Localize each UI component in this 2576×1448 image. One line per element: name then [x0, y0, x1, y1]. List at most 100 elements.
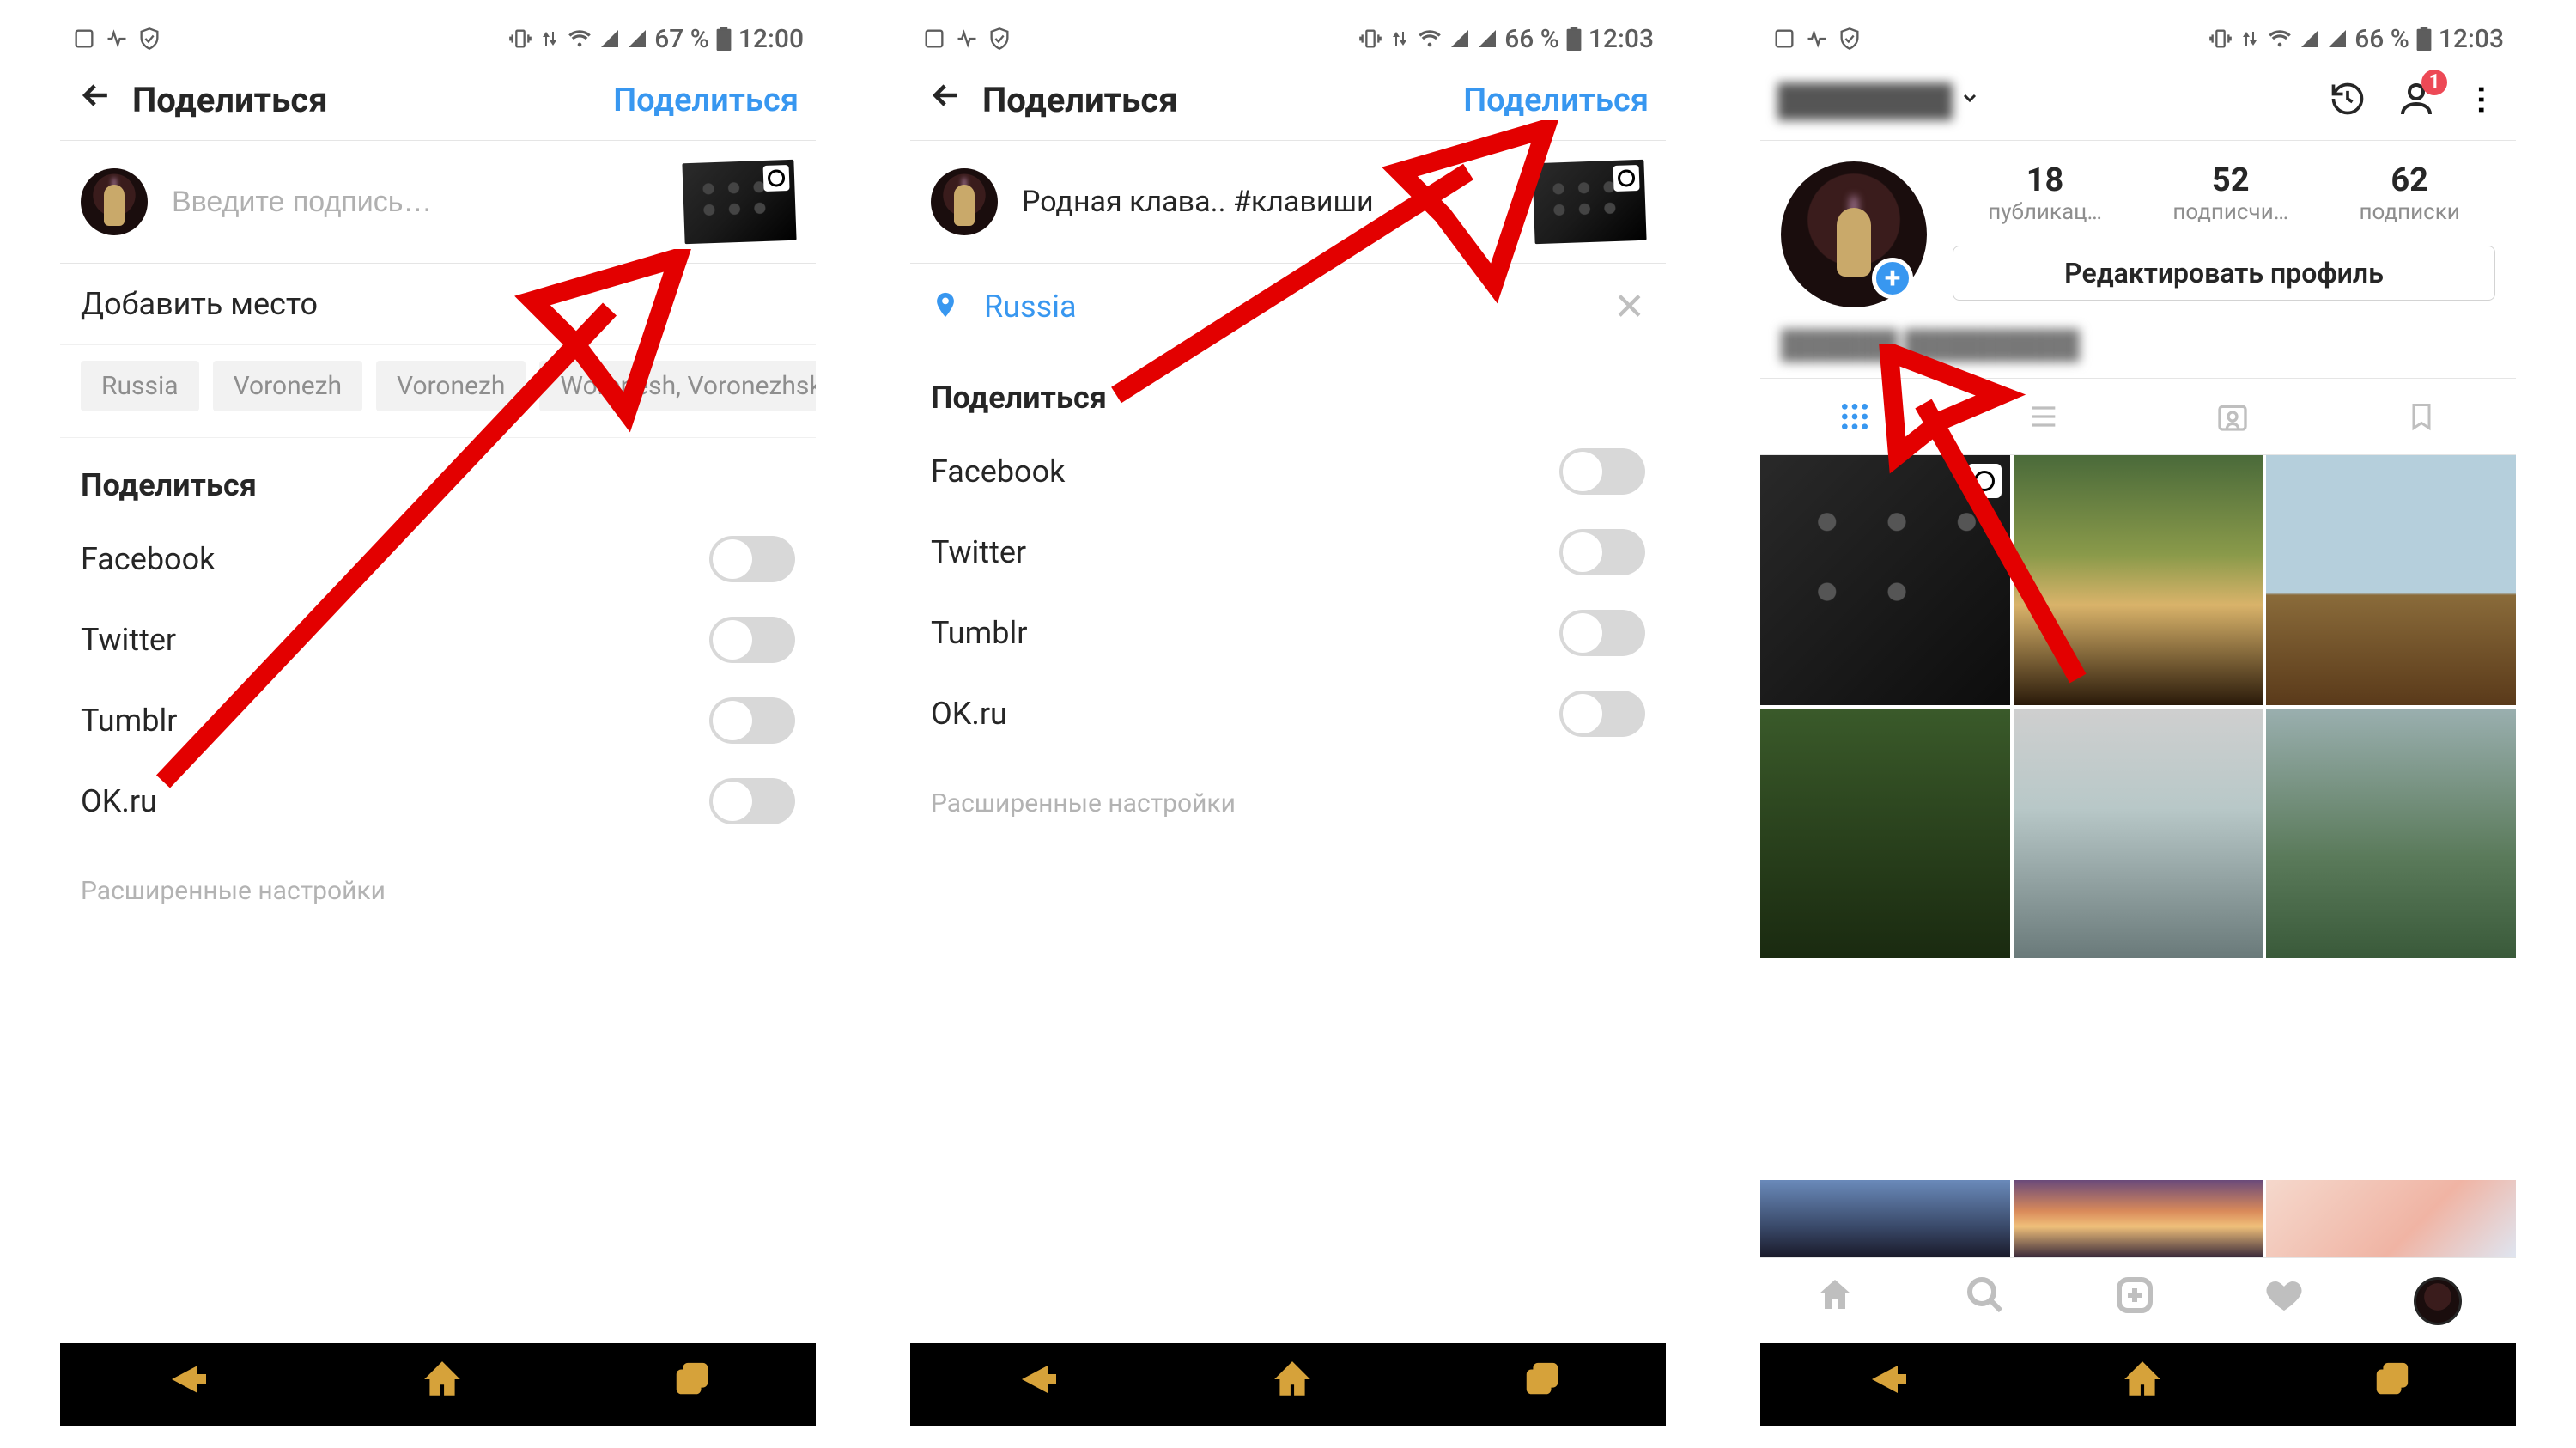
share-okru: OK.ru — [60, 761, 816, 842]
tab-list[interactable] — [1949, 379, 2138, 454]
pulse-icon — [105, 27, 129, 51]
share-tumblr: Tumblr — [60, 680, 816, 761]
tab-saved[interactable] — [2327, 379, 2516, 454]
post-thumbnail[interactable] — [1532, 160, 1646, 244]
android-nav-bar — [1760, 1343, 2516, 1426]
add-location-row[interactable]: Добавить место — [60, 264, 816, 345]
post-thumbnail[interactable] — [1760, 455, 2010, 705]
vibrate-icon — [508, 27, 532, 51]
clear-location-button[interactable]: ✕ — [1613, 284, 1645, 329]
tab-tagged[interactable] — [2138, 379, 2327, 454]
post-thumbnail[interactable] — [682, 160, 796, 244]
advanced-settings-link[interactable]: Расширенные настройки — [910, 754, 1666, 853]
tab-grid[interactable] — [1760, 379, 1949, 454]
location-chip[interactable]: Russia — [81, 361, 199, 411]
toggle-facebook[interactable] — [1559, 448, 1645, 495]
post-thumbnail[interactable] — [2014, 455, 2263, 705]
share-action-button[interactable]: Поделиться — [1463, 82, 1649, 119]
notification-badge: 1 — [2421, 70, 2447, 95]
stat-followers[interactable]: 52 подписчи… — [2172, 161, 2288, 225]
post-thumbnail[interactable] — [1760, 1180, 2010, 1257]
nav-home-button[interactable] — [1271, 1358, 1314, 1412]
advanced-settings-link[interactable]: Расширенные настройки — [60, 842, 816, 940]
battery-icon — [716, 27, 732, 51]
caption-text[interactable]: Родная клава.. #клавиши — [1022, 185, 1520, 219]
toggle-tumblr[interactable] — [1559, 610, 1645, 656]
toggle-okru[interactable] — [709, 778, 795, 824]
share-item-label: OK.ru — [931, 696, 1007, 732]
back-button[interactable] — [927, 76, 982, 125]
location-chip[interactable]: Woronesh, Voronezhska… — [539, 361, 816, 411]
wifi-icon — [567, 27, 592, 51]
multi-photo-icon — [1613, 165, 1640, 192]
history-icon[interactable] — [2329, 80, 2366, 121]
location-selected-row[interactable]: Russia ✕ — [910, 264, 1666, 350]
activity-tab[interactable] — [2263, 1275, 2305, 1327]
shield-icon — [987, 27, 1012, 51]
edit-profile-button[interactable]: Редактировать профиль — [1953, 246, 2495, 301]
nav-back-button[interactable] — [163, 1360, 215, 1409]
profile-header: ████████ 1 ⋯ — [1760, 60, 2516, 141]
share-twitter: Twitter — [60, 599, 816, 680]
post-thumbnail[interactable] — [1760, 709, 2010, 958]
pulse-icon — [955, 27, 979, 51]
post-thumbnail[interactable] — [2266, 455, 2516, 705]
wifi-icon — [2267, 27, 2293, 51]
data-updown-icon — [2239, 27, 2260, 51]
location-chip[interactable]: Voronezh — [213, 361, 362, 411]
profile-avatar-wrap[interactable]: + — [1781, 161, 1927, 307]
battery-icon — [1566, 27, 1582, 51]
battery-pct: 66 % — [1504, 24, 1559, 54]
post-thumbnail[interactable] — [2266, 709, 2516, 958]
chevron-down-icon[interactable] — [1959, 86, 1980, 114]
signal2-icon — [2327, 28, 2348, 49]
nav-recent-button[interactable] — [670, 1360, 713, 1410]
post-thumbnail[interactable] — [2014, 709, 2263, 958]
toggle-facebook[interactable] — [709, 536, 795, 582]
nav-back-button[interactable] — [1863, 1360, 1915, 1409]
profile-username[interactable]: ████████ — [1777, 82, 1953, 119]
clock: 12:00 — [738, 24, 804, 54]
post-thumbnail[interactable] — [2014, 1180, 2263, 1257]
share-action-button[interactable]: Поделиться — [613, 82, 799, 119]
share-facebook: Facebook — [60, 519, 816, 599]
battery-pct: 66 % — [2354, 24, 2409, 54]
signal1-icon — [1449, 28, 1470, 49]
add-story-badge[interactable]: + — [1872, 258, 1913, 299]
avatar — [81, 168, 148, 235]
status-bar: 67 % 12:00 — [60, 17, 816, 60]
options-menu-button[interactable]: ⋯ — [2464, 84, 2500, 117]
toggle-tumblr[interactable] — [709, 697, 795, 744]
search-tab[interactable] — [1965, 1275, 2006, 1327]
stat-posts[interactable]: 18 публикац… — [1988, 161, 2102, 225]
following-count: 62 — [2359, 161, 2459, 199]
data-updown-icon — [539, 27, 560, 51]
phone-screen-2: 66 % 12:03 Поделиться Поделиться Родная … — [910, 17, 1666, 1426]
back-button[interactable] — [77, 76, 132, 125]
profile-bio: ██████ █████████ — [1760, 328, 2516, 378]
toggle-twitter[interactable] — [1559, 529, 1645, 575]
share-item-label: Twitter — [931, 534, 1026, 570]
discover-people-icon[interactable]: 1 — [2396, 78, 2437, 123]
caption-input[interactable] — [172, 186, 670, 219]
phone-screen-1: 67 % 12:00 Поделиться Поделиться Добавит… — [60, 17, 816, 1426]
nav-recent-button[interactable] — [2370, 1360, 2413, 1410]
location-chip[interactable]: Voronezh — [376, 361, 526, 411]
data-updown-icon — [1389, 27, 1410, 51]
post-thumbnail[interactable] — [2266, 1180, 2516, 1257]
home-tab[interactable] — [1814, 1275, 1856, 1327]
profile-tab[interactable] — [2414, 1277, 2462, 1325]
share-item-label: Facebook — [81, 541, 215, 577]
nav-home-button[interactable] — [421, 1358, 464, 1412]
stat-following[interactable]: 62 подписки — [2359, 161, 2459, 225]
nav-home-button[interactable] — [2121, 1358, 2164, 1412]
nav-back-button[interactable] — [1013, 1360, 1065, 1409]
new-post-tab[interactable] — [2114, 1275, 2155, 1327]
nav-recent-button[interactable] — [1520, 1360, 1563, 1410]
share-okru: OK.ru — [910, 673, 1666, 754]
toggle-okru[interactable] — [1559, 691, 1645, 737]
share-item-label: Twitter — [81, 622, 176, 658]
toggle-twitter[interactable] — [709, 617, 795, 663]
share-item-label: Facebook — [931, 453, 1065, 490]
avatar — [931, 168, 998, 235]
